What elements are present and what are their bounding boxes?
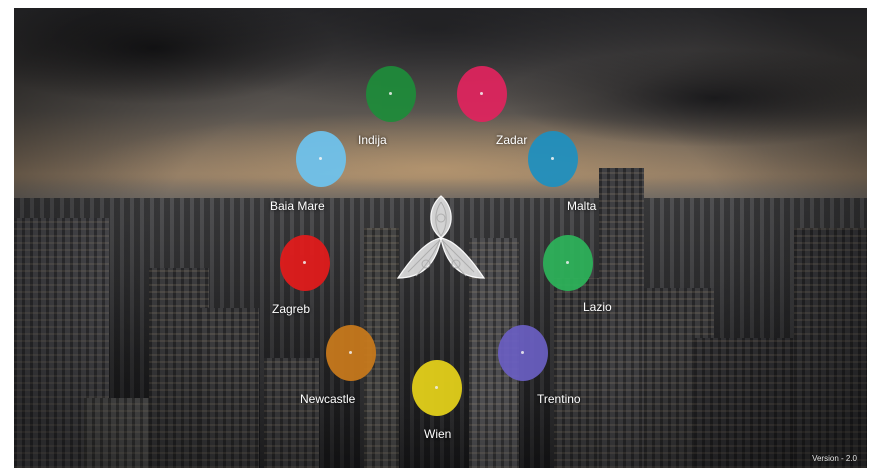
node-zagreb[interactable]	[280, 235, 330, 291]
node-label-lazio: Lazio	[583, 300, 612, 314]
node-malta[interactable]	[528, 131, 578, 187]
node-center-dot	[480, 92, 483, 95]
node-center-dot	[303, 261, 306, 264]
node-label-zadar: Zadar	[496, 133, 528, 147]
node-label-wien: Wien	[424, 427, 452, 441]
node-wien[interactable]	[412, 360, 462, 416]
node-label-trentino: Trentino	[537, 392, 581, 406]
node-center-dot	[319, 157, 322, 160]
node-indija[interactable]	[366, 66, 416, 122]
node-center-dot	[521, 351, 524, 354]
node-baia-mare[interactable]	[296, 131, 346, 187]
node-center-dot	[389, 92, 392, 95]
node-label-newcastle: Newcastle	[300, 392, 356, 406]
node-trentino[interactable]	[498, 325, 548, 381]
version-label: Version - 2.0	[812, 454, 857, 463]
node-center-dot	[566, 261, 569, 264]
node-label-zagreb: Zagreb	[272, 302, 311, 316]
trefoil-logo-icon[interactable]	[396, 192, 486, 282]
node-center-dot	[551, 157, 554, 160]
node-newcastle[interactable]	[326, 325, 376, 381]
node-label-indija: Indija	[358, 133, 387, 147]
node-label-malta: Malta	[567, 199, 597, 213]
node-center-dot	[435, 386, 438, 389]
node-label-baia-mare: Baia Mare	[270, 199, 325, 213]
node-zadar[interactable]	[457, 66, 507, 122]
node-center-dot	[349, 351, 352, 354]
node-lazio[interactable]	[543, 235, 593, 291]
